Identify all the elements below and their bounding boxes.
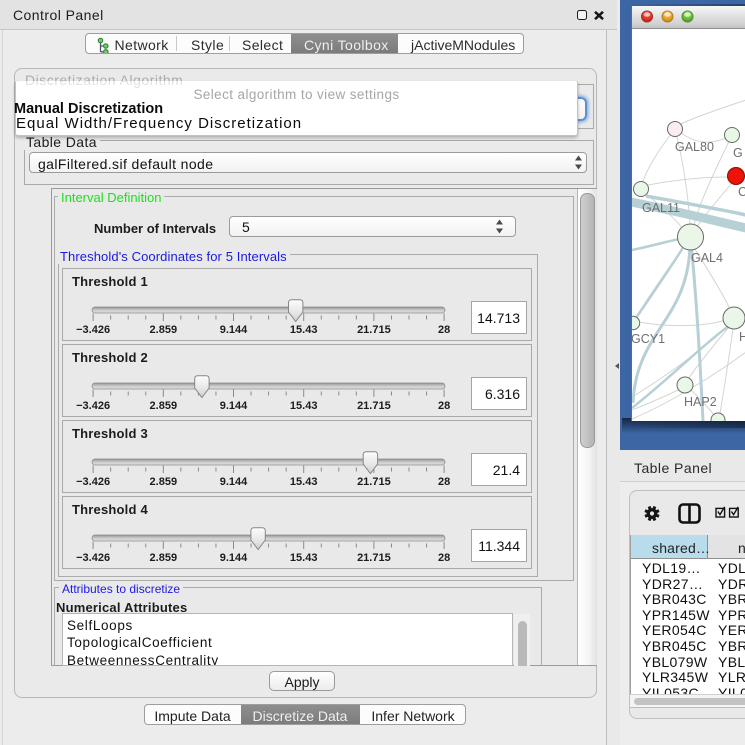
svg-text:28: 28 [438, 400, 450, 412]
svg-text:GAL11: GAL11 [642, 201, 680, 215]
svg-text:9.144: 9.144 [220, 400, 248, 412]
svg-text:HAP2: HAP2 [684, 395, 717, 409]
svg-text:G: G [733, 146, 743, 160]
svg-text:9.144: 9.144 [220, 324, 248, 336]
svg-text:15.43: 15.43 [290, 400, 318, 412]
svg-text:21.715: 21.715 [357, 476, 391, 488]
svg-text:9.144: 9.144 [220, 476, 248, 488]
svg-text:GAL80: GAL80 [675, 140, 714, 154]
svg-text:21.715: 21.715 [357, 552, 391, 564]
svg-text:2.859: 2.859 [150, 476, 178, 488]
svg-text:21.715: 21.715 [357, 324, 391, 336]
svg-text:GAL4: GAL4 [691, 251, 723, 265]
svg-text:9.144: 9.144 [220, 552, 248, 564]
svg-text:C: C [738, 185, 745, 199]
svg-text:15.43: 15.43 [290, 476, 318, 488]
svg-text:15.43: 15.43 [290, 324, 318, 336]
svg-text:−3.426: −3.426 [76, 476, 110, 488]
svg-text:−3.426: −3.426 [76, 324, 110, 336]
svg-text:28: 28 [438, 552, 450, 564]
svg-text:2.859: 2.859 [150, 324, 178, 336]
svg-text:2.859: 2.859 [150, 552, 178, 564]
svg-text:−3.426: −3.426 [76, 552, 110, 564]
svg-text:28: 28 [438, 476, 450, 488]
svg-text:21.715: 21.715 [357, 400, 391, 412]
svg-text:−3.426: −3.426 [76, 400, 110, 412]
svg-text:28: 28 [438, 324, 450, 336]
svg-text:GCY1: GCY1 [632, 332, 665, 346]
svg-text:H: H [739, 330, 745, 344]
svg-text:15.43: 15.43 [290, 552, 318, 564]
svg-text:2.859: 2.859 [150, 400, 178, 412]
